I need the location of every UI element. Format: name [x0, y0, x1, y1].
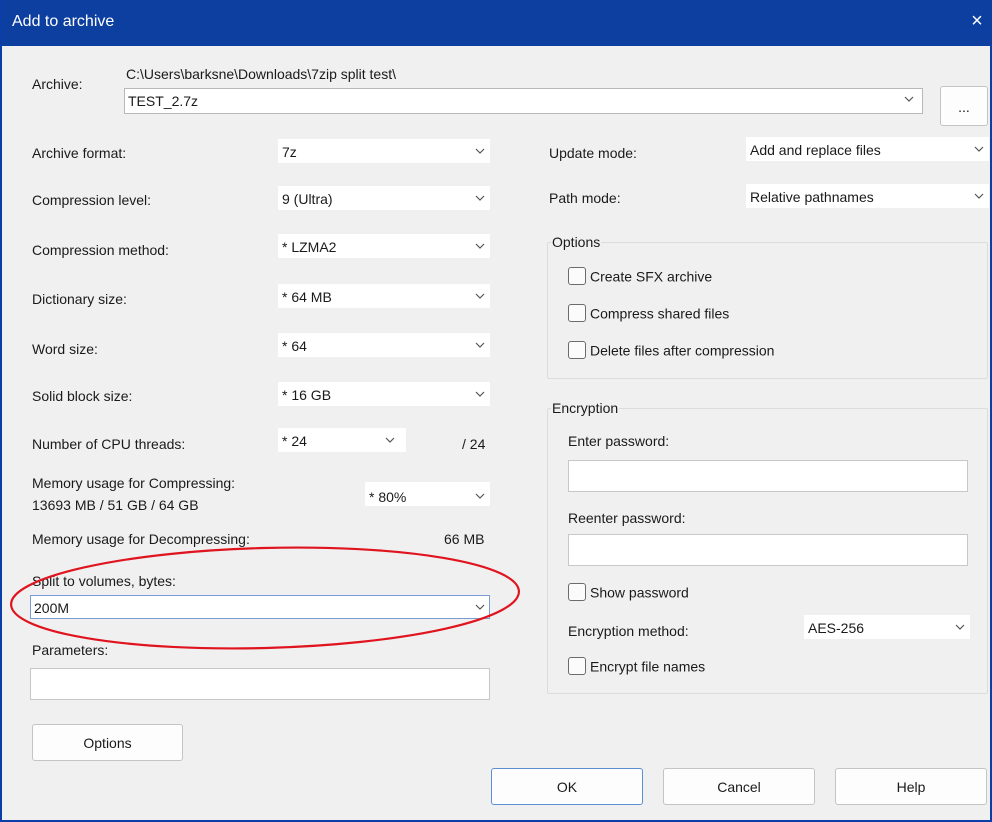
memory-decompress-label: Memory usage for Decompressing: — [32, 531, 250, 547]
compress-shared-checkbox[interactable]: Compress shared files — [568, 304, 730, 323]
options-group: Options Create SFX archive Compress shar… — [547, 234, 988, 379]
show-password-checkbox[interactable]: Show password — [568, 583, 689, 602]
cpu-threads-label: Number of CPU threads: — [32, 436, 186, 452]
cancel-button[interactable]: Cancel — [663, 768, 815, 805]
password-input[interactable] — [568, 460, 968, 492]
word-size-combo[interactable]: * 64 — [278, 333, 490, 357]
encrypt-names-checkbox[interactable]: Encrypt file names — [568, 657, 706, 676]
chevron-down-icon — [475, 292, 485, 300]
compression-level-value: 9 (Ultra) — [282, 191, 333, 207]
archive-name-value: TEST_2.7z — [128, 93, 199, 109]
solid-block-size-label: Solid block size: — [32, 388, 133, 404]
split-volumes-value: 200M — [34, 600, 70, 616]
options-button[interactable]: Options — [32, 724, 183, 761]
encryption-group-title: Encryption — [551, 400, 620, 416]
compression-method-combo[interactable]: * LZMA2 — [278, 234, 490, 258]
dictionary-size-value: * 64 MB — [282, 289, 332, 305]
solid-block-size-value: * 16 GB — [282, 387, 332, 403]
update-mode-combo[interactable]: Add and replace files — [746, 137, 989, 161]
chevron-down-icon — [475, 194, 485, 202]
memory-compress-value: * 80% — [369, 489, 407, 505]
split-volumes-label: Split to volumes, bytes: — [32, 573, 176, 589]
cpu-threads-value: * 24 — [282, 433, 307, 449]
memory-compress-label: Memory usage for Compressing: — [32, 475, 236, 491]
chevron-down-icon — [955, 623, 965, 631]
show-password-label: Show password — [590, 584, 689, 601]
chevron-down-icon — [475, 492, 485, 500]
reenter-password-input[interactable] — [568, 534, 968, 566]
memory-compress-detail: 13693 MB / 51 GB / 64 GB — [32, 497, 199, 513]
memory-compress-combo[interactable]: * 80% — [365, 482, 490, 506]
chevron-down-icon — [974, 145, 984, 153]
chevron-down-icon — [904, 95, 914, 103]
path-mode-label: Path mode: — [549, 190, 621, 206]
parameters-input[interactable] — [30, 668, 490, 700]
chevron-down-icon — [475, 242, 485, 250]
cpu-threads-combo[interactable]: * 24 — [278, 428, 406, 452]
parameters-label: Parameters: — [32, 642, 109, 658]
compress-shared-label: Compress shared files — [590, 305, 730, 322]
archive-format-combo[interactable]: 7z — [278, 139, 490, 163]
encryption-method-label: Encryption method: — [568, 623, 689, 639]
update-mode-label: Update mode: — [549, 145, 637, 161]
chevron-down-icon — [475, 341, 485, 349]
path-mode-value: Relative pathnames — [750, 189, 874, 205]
chevron-down-icon — [475, 603, 485, 611]
compression-method-value: * LZMA2 — [282, 239, 337, 255]
help-button[interactable]: Help — [835, 768, 987, 805]
split-volumes-combo[interactable]: 200M — [30, 595, 490, 619]
word-size-value: * 64 — [282, 338, 307, 354]
path-mode-combo[interactable]: Relative pathnames — [746, 184, 989, 208]
word-size-label: Word size: — [32, 341, 98, 357]
cpu-threads-max: / 24 — [462, 436, 486, 452]
archive-format-value: 7z — [282, 144, 297, 160]
add-to-archive-dialog: Add to archive × Archive: C:\Users\barks… — [0, 0, 992, 822]
encryption-method-combo[interactable]: AES-256 — [804, 615, 970, 639]
options-group-title: Options — [551, 234, 602, 250]
browse-button[interactable]: ... — [940, 86, 988, 126]
encryption-group: Encryption Enter password: Reenter passw… — [547, 400, 988, 694]
chevron-down-icon — [475, 147, 485, 155]
encrypt-names-label: Encrypt file names — [590, 658, 706, 675]
close-icon[interactable]: × — [966, 10, 988, 32]
window-title: Add to archive — [12, 13, 115, 30]
reenter-password-label: Reenter password: — [568, 510, 686, 526]
encryption-method-value: AES-256 — [808, 620, 865, 636]
create-sfx-label: Create SFX archive — [590, 268, 713, 285]
memory-decompress-value: 66 MB — [444, 531, 485, 547]
archive-path: C:\Users\barksne\Downloads\7zip split te… — [126, 66, 396, 82]
solid-block-size-combo[interactable]: * 16 GB — [278, 382, 490, 406]
dictionary-size-combo[interactable]: * 64 MB — [278, 284, 490, 308]
archive-format-label: Archive format: — [32, 145, 127, 161]
chevron-down-icon — [475, 390, 485, 398]
delete-after-label: Delete files after compression — [590, 342, 775, 359]
ok-button[interactable]: OK — [491, 768, 643, 805]
checkbox-icon — [568, 657, 586, 676]
chevron-down-icon — [385, 436, 395, 444]
checkbox-icon — [568, 583, 586, 602]
title-bar: Add to archive × — [2, 0, 992, 46]
dictionary-size-label: Dictionary size: — [32, 291, 127, 307]
checkbox-icon — [568, 267, 586, 286]
create-sfx-checkbox[interactable]: Create SFX archive — [568, 267, 713, 286]
archive-name-combo[interactable]: TEST_2.7z — [124, 88, 923, 114]
update-mode-value: Add and replace files — [750, 142, 881, 158]
enter-password-label: Enter password: — [568, 433, 670, 449]
compression-method-label: Compression method: — [32, 242, 169, 258]
checkbox-icon — [568, 341, 586, 360]
delete-after-checkbox[interactable]: Delete files after compression — [568, 341, 775, 360]
compression-level-label: Compression level: — [32, 192, 152, 208]
chevron-down-icon — [974, 192, 984, 200]
archive-label: Archive: — [32, 76, 83, 92]
compression-level-combo[interactable]: 9 (Ultra) — [278, 186, 490, 210]
checkbox-icon — [568, 304, 586, 323]
